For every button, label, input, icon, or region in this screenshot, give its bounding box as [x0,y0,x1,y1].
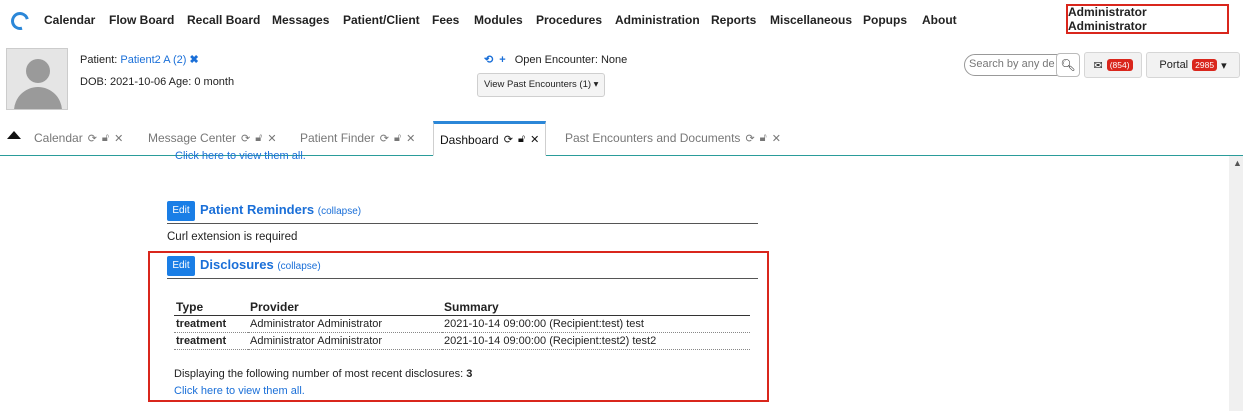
logo-icon[interactable] [7,8,33,34]
curl-message: Curl extension is required [167,231,298,243]
history-icon[interactable]: ⟲ [484,54,493,66]
refresh-icon[interactable]: ⟳ [380,132,389,145]
view-all-disclosures-link[interactable]: Click here to view them all. [174,385,305,397]
open-encounter-label: Open Encounter: None [514,54,628,66]
tab-calendar[interactable]: Calendar ⟳ 🔓︎ ✕ [34,121,123,155]
close-icon[interactable]: ✕ [114,132,123,145]
close-icon[interactable]: ✕ [772,132,781,145]
user-name: Administrator Administrator [1068,5,1147,33]
cell-type: treatment [174,315,248,333]
disclosures-count-value: 3 [466,368,473,380]
view-all-link-top[interactable]: Click here to view them all. [175,150,306,162]
nav-about[interactable]: About [922,13,957,27]
cell-provider: Administrator Administrator [248,332,442,350]
disclosures-collapse-link[interactable]: (collapse) [277,261,320,272]
refresh-icon[interactable]: ⟳ [241,132,250,145]
refresh-icon[interactable]: ⟳ [504,133,513,146]
col-summary: Summary [442,299,750,316]
table-row: treatment Administrator Administrator 20… [174,332,750,350]
portal-button[interactable]: Portal 2985 ▾ [1146,52,1240,78]
caret-down-icon: ▾ [1221,59,1227,72]
cell-provider: Administrator Administrator [248,315,442,333]
tab-past-encounters[interactable]: Past Encounters and Documents ⟳ 🔓︎ ✕ [565,121,781,155]
reminders-collapse-link[interactable]: (collapse) [318,206,361,217]
nav-miscellaneous[interactable]: Miscellaneous [770,13,852,27]
messages-button[interactable]: ✉ (854) [1084,52,1142,78]
encounter-area: ⟲ + Open Encounter: None [484,53,627,66]
portal-badge: 2985 [1192,59,1218,71]
patient-dob: DOB: 2021-10-06 Age: 0 month [80,76,235,88]
table-header-row: Type Provider Summary [174,299,750,316]
nav-fees[interactable]: Fees [432,13,459,27]
user-menu[interactable]: Administrator Administrator [1066,4,1229,34]
refresh-icon[interactable]: ⟳ [88,132,97,145]
disclosures-count: Displaying the following number of most … [174,368,473,380]
close-icon[interactable]: ✕ [406,132,415,145]
lock-icon[interactable]: 🔓︎ [394,132,401,145]
close-icon[interactable]: ✕ [267,132,276,145]
envelope-icon: ✉ [1093,59,1103,72]
search-input[interactable]: Search by any de [964,54,1058,76]
col-type: Type [174,299,248,316]
nav-patient-client[interactable]: Patient/Client [343,13,420,27]
cell-type: treatment [174,332,248,350]
search-icon: 🔍︎ [1060,58,1076,72]
search-button[interactable]: 🔍︎ [1056,53,1080,77]
refresh-icon[interactable]: ⟳ [745,132,754,145]
nav-procedures[interactable]: Procedures [536,13,602,27]
cell-summary: 2021-10-14 09:00:00 (Recipient:test) tes… [442,315,750,333]
disclosures-header: Edit Disclosures (collapse) [167,256,758,279]
nav-messages[interactable]: Messages [272,13,329,27]
messages-badge: (854) [1106,59,1133,71]
scroll-up-icon[interactable]: ▲ [1233,158,1242,168]
view-past-encounters-button[interactable]: View Past Encounters (1) ▾ [477,73,606,97]
edit-reminders-button[interactable]: Edit [167,201,195,221]
nav-modules[interactable]: Modules [474,13,523,27]
disclosures-table: Type Provider Summary treatment Administ… [174,299,750,350]
add-encounter-icon[interactable]: + [499,54,505,66]
patient-name-link[interactable]: Patient2 A (2) [120,54,186,66]
lock-icon[interactable]: 🔓︎ [102,132,109,145]
col-provider: Provider [248,299,442,316]
patient-line: Patient: Patient2 A (2) ✖ [80,53,199,66]
lock-icon[interactable]: 🔓︎ [255,132,262,145]
top-nav: Calendar Flow Board Recall Board Message… [0,0,1243,42]
collapse-header-icon[interactable] [7,131,21,139]
nav-popups[interactable]: Popups [863,13,907,27]
nav-reports[interactable]: Reports [711,13,756,27]
portal-label: Portal [1159,59,1189,71]
caret-down-icon: ▾ [593,79,599,90]
patient-label: Patient: [80,54,118,66]
nav-administration[interactable]: Administration [615,13,700,27]
nav-flow-board[interactable]: Flow Board [109,13,174,27]
tab-dashboard[interactable]: Dashboard ⟳ 🔓︎ ✕ [433,121,547,156]
reminders-title: Patient Reminders [200,202,315,217]
tab-patient-finder[interactable]: Patient Finder ⟳ 🔓︎ ✕ [300,121,415,155]
lock-icon[interactable]: 🔓︎ [760,132,767,145]
lock-icon[interactable]: 🔓︎ [518,133,525,146]
close-icon[interactable]: ✕ [530,133,539,146]
avatar [6,48,68,110]
nav-recall-board[interactable]: Recall Board [187,13,260,27]
scrollbar[interactable] [1229,156,1243,411]
edit-disclosures-button[interactable]: Edit [167,256,195,276]
close-patient-icon[interactable]: ✖ [189,54,198,66]
nav-calendar[interactable]: Calendar [44,13,95,27]
cell-summary: 2021-10-14 09:00:00 (Recipient:test2) te… [442,332,750,350]
table-row: treatment Administrator Administrator 20… [174,315,750,333]
disclosures-title: Disclosures [200,257,274,272]
reminders-header: Edit Patient Reminders (collapse) [167,201,758,224]
